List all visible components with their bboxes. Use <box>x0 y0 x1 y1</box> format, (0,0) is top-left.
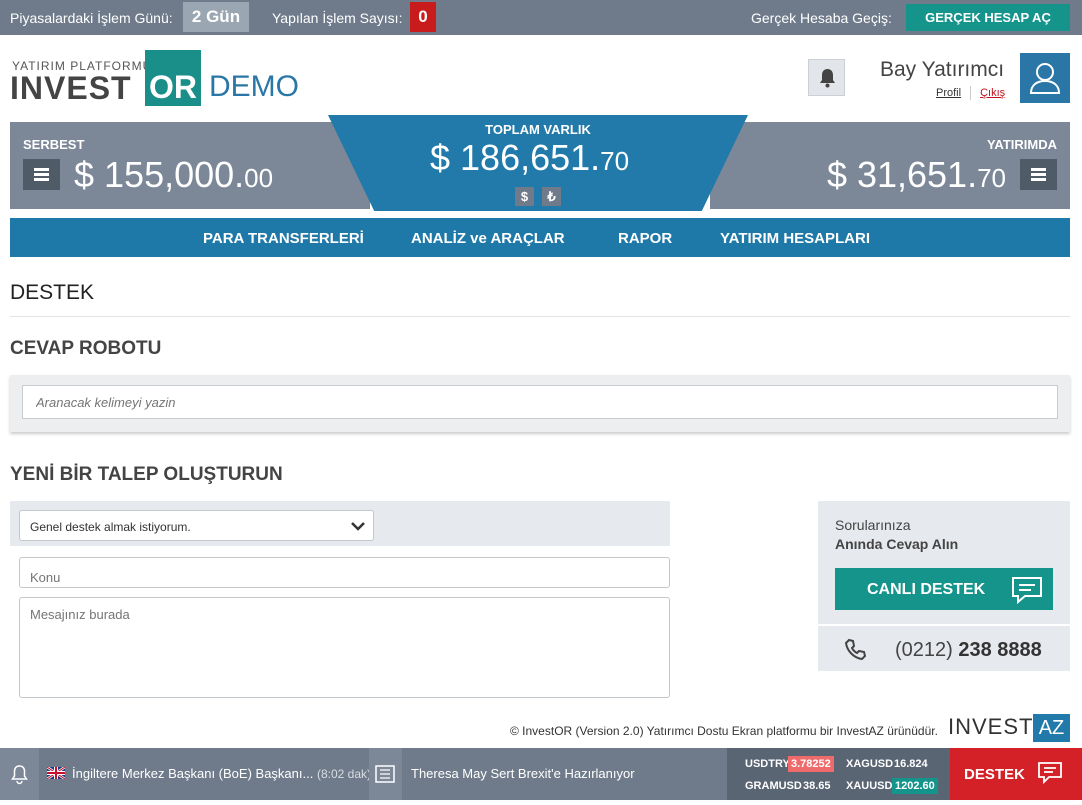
investor-demo-logo[interactable]: YATIRIM PLATFORMU INVEST OR DEMO <box>10 50 310 108</box>
news-item-2[interactable]: Theresa May Sert Brexit'e Hazırlanıyor <box>411 766 635 781</box>
subject-input[interactable] <box>19 557 670 588</box>
profile-link[interactable]: Profil <box>936 87 961 99</box>
logout-link[interactable]: Çıkış <box>980 87 1005 99</box>
xauusd-rate: 1202.60 <box>892 778 938 794</box>
nav-yatirim-hesaplari[interactable]: YATIRIM HESAPLARI <box>720 230 870 247</box>
total-assets-box: TOPLAM VARLIK $ 186,651.70 $ ₺ <box>328 115 748 211</box>
market-rates: USDTRY 3.78252 XAGUSD 16.824 GRAMUSD 38.… <box>727 748 950 800</box>
user-icon <box>1029 63 1061 94</box>
request-type-select[interactable]: Genel destek almak istiyorum. <box>19 510 374 541</box>
usdtry-rate: 3.78252 <box>788 756 834 772</box>
main-nav: PARA TRANSFERLERİ ANALİZ ve ARAÇLAR RAPO… <box>10 218 1070 257</box>
uk-flag-icon <box>47 767 65 779</box>
free-balance-box: SERBEST $ 155,000.00 <box>10 122 370 209</box>
news-alert-button[interactable] <box>0 748 39 800</box>
support-line2: Anında Cevap Alın <box>835 536 959 552</box>
news-list-button[interactable] <box>369 748 402 800</box>
support-button[interactable]: DESTEK <box>950 748 1082 800</box>
trade-count-badge: 0 <box>410 2 436 32</box>
logo-demo: DEMO <box>209 70 299 103</box>
support-panel: Sorularınıza Anında Cevap Alın CANLI DES… <box>818 501 1070 671</box>
total-assets-amount: $ 186,651.70 <box>430 137 630 178</box>
request-type-value: Genel destek almak istiyorum. <box>30 520 191 534</box>
nav-rapor[interactable]: RAPOR <box>618 230 672 247</box>
open-real-account-button[interactable]: GERÇEK HESAP AÇ <box>906 4 1070 31</box>
free-balance-menu-button[interactable] <box>23 159 60 190</box>
invested-balance-box: YATIRIMDA $ 31,651.70 <box>710 122 1070 209</box>
answer-robot-search <box>10 375 1070 432</box>
top-status-bar: Piyasalardaki İşlem Günü: 2 Gün Yapılan … <box>0 0 1082 35</box>
trading-days-label: Piyasalardaki İşlem Günü: <box>10 10 173 26</box>
logo-or: OR <box>145 50 201 106</box>
nav-para-transferleri[interactable]: PARA TRANSFERLERİ <box>203 230 364 247</box>
invested-balance-amount: $ 31,651.70 <box>826 154 1006 195</box>
divider <box>10 316 1070 317</box>
search-input[interactable] <box>22 385 1058 419</box>
support-line1: Sorularınıza <box>835 517 911 533</box>
live-support-label: CANLI DESTEK <box>867 581 986 598</box>
avatar[interactable] <box>1020 53 1070 103</box>
support-divider <box>818 624 1070 626</box>
footer-text: © InvestOR (Version 2.0) Yatırımcı Dostu… <box>510 724 938 738</box>
try-currency-toggle[interactable]: ₺ <box>542 187 561 206</box>
newspaper-icon <box>375 765 395 783</box>
link-divider <box>970 86 972 100</box>
chat-icon <box>1038 762 1062 784</box>
trade-count-label: Yapılan İşlem Sayısı: <box>272 10 403 26</box>
bell-outline-icon <box>11 765 28 785</box>
nav-analiz-araclar[interactable]: ANALİZ ve ARAÇLAR <box>411 230 565 247</box>
bottom-ticker-bar: İngiltere Merkez Başkanı (BoE) Başkanı..… <box>0 748 1082 800</box>
message-textarea[interactable] <box>19 597 670 698</box>
total-assets-label: TOPLAM VARLIK <box>485 122 591 137</box>
new-request-title: YENİ BİR TALEP OLUŞTURUN <box>10 464 283 485</box>
bell-icon <box>820 69 835 88</box>
logo-invest: INVEST <box>10 70 132 106</box>
phone-icon <box>844 638 867 661</box>
news-item-1[interactable]: İngiltere Merkez Başkanı (BoE) Başkanı..… <box>72 766 371 781</box>
gramusd-rate: 38.65 <box>803 780 831 792</box>
answer-robot-title: CEVAP ROBOTU <box>10 338 162 359</box>
trading-days-badge: 2 Gün <box>183 2 249 32</box>
real-account-label: Gerçek Hesaba Geçiş: <box>751 10 892 26</box>
notification-bell-button[interactable] <box>808 59 845 96</box>
free-balance-amount: $ 155,000.00 <box>74 154 274 195</box>
page-title: DESTEK <box>10 281 95 304</box>
investaz-logo: INVEST AZ <box>946 710 1070 742</box>
support-phone[interactable]: (0212) 238 8888 <box>895 639 1042 662</box>
user-name: Bay Yatırımcı <box>880 58 1005 81</box>
balance-panel: SERBEST $ 155,000.00 YATIRIMDA $ 31,651.… <box>10 115 1070 211</box>
chat-icon <box>1012 577 1042 604</box>
usd-currency-toggle[interactable]: $ <box>515 187 534 206</box>
chevron-down-icon <box>351 522 365 531</box>
xagusd-rate: 16.824 <box>894 758 928 770</box>
invested-balance-label: YATIRIMDA <box>986 137 1057 152</box>
free-balance-label: SERBEST <box>23 137 85 152</box>
user-links: Profil Çıkış <box>936 86 1005 100</box>
invested-balance-menu-button[interactable] <box>1020 159 1057 190</box>
live-support-button[interactable]: CANLI DESTEK <box>835 568 1053 610</box>
